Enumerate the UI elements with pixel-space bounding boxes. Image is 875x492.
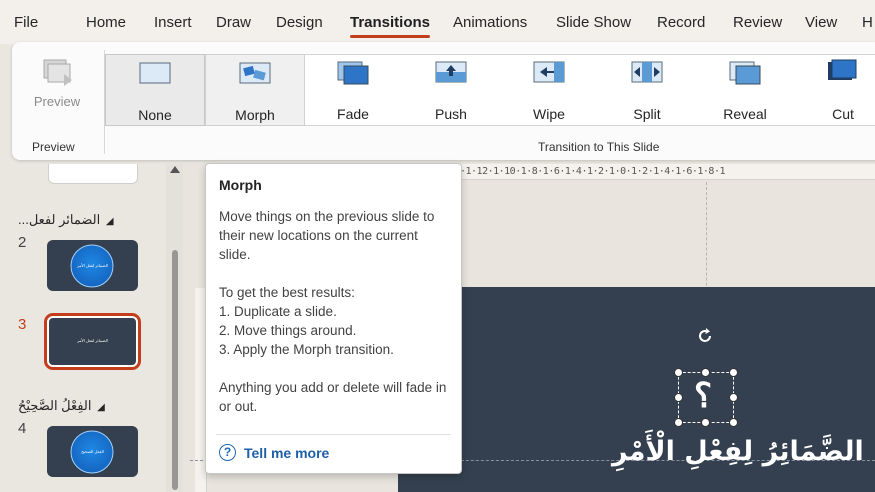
- transition-wipe-button[interactable]: Wipe: [501, 54, 597, 126]
- tab-file[interactable]: File: [14, 14, 38, 31]
- tooltip-title: Morph: [219, 177, 262, 193]
- tooltip-step: 2. Move things around.: [219, 323, 357, 338]
- transition-cut-button[interactable]: Cut: [793, 54, 875, 126]
- tooltip-paragraph: Move things on the previous slide to the…: [219, 209, 435, 262]
- push-transition-icon: [435, 61, 467, 83]
- tell-me-more-label: Tell me more: [244, 444, 330, 461]
- slide-number: 2: [18, 234, 27, 251]
- section-title: الفِعْلُ الصَّحِيْحُ: [18, 398, 92, 413]
- slide-number: 3: [18, 316, 27, 333]
- tab-view[interactable]: View: [805, 14, 837, 31]
- collapse-triangle-icon[interactable]: ◢: [106, 216, 114, 227]
- morph-tooltip: Morph Move things on the previous slide …: [205, 163, 462, 474]
- slide-thumbnail-2[interactable]: الضمائر لفعل الأمر: [47, 240, 138, 291]
- horizontal-ruler: ·1·12·1·10·1·8·1·6·1·4·1·2·1·0·1·2·1·4·1…: [460, 164, 875, 180]
- resize-handle[interactable]: [729, 418, 738, 427]
- transition-none-button[interactable]: None: [105, 54, 205, 126]
- slide-number: 4: [18, 420, 27, 437]
- tab-design[interactable]: Design: [276, 14, 323, 31]
- slide-thumbnail-panel: الضمائر لفعل... ◢ 2 الضمائر لفعل الأمر 3…: [0, 164, 183, 492]
- resize-handle[interactable]: [674, 418, 683, 427]
- thumbnail-caption: الضمائر لفعل الأمر: [77, 338, 108, 343]
- tab-review[interactable]: Review: [733, 14, 782, 31]
- tab-animations[interactable]: Animations: [453, 14, 527, 31]
- slide-thumbnail-3[interactable]: الضمائر لفعل الأمر: [44, 313, 141, 370]
- tooltip-step: 1. Duplicate a slide.: [219, 304, 337, 319]
- slide-question-mark: ؟: [694, 377, 713, 415]
- tab-home[interactable]: Home: [86, 14, 126, 31]
- resize-handle[interactable]: [674, 393, 683, 402]
- group-label-transition: Transition to This Slide: [538, 140, 660, 154]
- group-label-preview: Preview: [32, 140, 75, 154]
- transition-label: Morph: [235, 107, 275, 123]
- transition-label: Fade: [337, 106, 369, 122]
- fade-transition-icon: [337, 61, 369, 85]
- transition-label: Push: [435, 106, 467, 122]
- tab-slide-show[interactable]: Slide Show: [556, 14, 631, 31]
- tooltip-paragraph: To get the best results:: [219, 285, 355, 300]
- tooltip-paragraph: Anything you add or delete will fade in …: [219, 380, 447, 414]
- section-header[interactable]: الفِعْلُ الصَّحِيْحُ ◢: [18, 398, 105, 414]
- slide-title[interactable]: الضَّمَائِرُ لِفِعْلِ الْأَمْرِ: [612, 436, 864, 467]
- transition-morph-button[interactable]: Morph: [205, 54, 305, 126]
- thumbnail-caption: الفعل الصحيح: [81, 449, 104, 454]
- slide-thumbnail-4[interactable]: الفعل الصحيح: [47, 426, 138, 477]
- transition-label: None: [138, 107, 172, 123]
- reveal-transition-icon: [729, 61, 761, 85]
- resize-handle[interactable]: [674, 368, 683, 377]
- preview-button[interactable]: Preview: [20, 54, 94, 126]
- transition-reveal-button[interactable]: Reveal: [697, 54, 793, 126]
- resize-handle[interactable]: [701, 418, 710, 427]
- tab-insert[interactable]: Insert: [154, 14, 192, 31]
- transition-label: Wipe: [533, 106, 565, 122]
- split-transition-icon: [631, 61, 663, 83]
- tooltip-step: 3. Apply the Morph transition.: [219, 342, 394, 357]
- slide-thumbnail-1[interactable]: [48, 164, 138, 184]
- section-header[interactable]: الضمائر لفعل... ◢: [18, 212, 114, 228]
- help-question-icon: ?: [219, 444, 236, 461]
- tab-help[interactable]: H: [862, 14, 873, 31]
- scroll-up-arrow-icon[interactable]: [170, 166, 180, 173]
- transition-label: Cut: [832, 106, 854, 122]
- tooltip-body: Move things on the previous slide to the…: [219, 207, 453, 416]
- wipe-transition-icon: [533, 61, 565, 83]
- morph-transition-icon: [239, 62, 271, 84]
- section-title: الضمائر لفعل...: [18, 212, 101, 227]
- tab-record[interactable]: Record: [657, 14, 705, 31]
- resize-handle[interactable]: [729, 393, 738, 402]
- ribbon: Preview None Morph Fade Push Wipe Split …: [12, 42, 875, 160]
- preview-label: Preview: [33, 94, 81, 109]
- resize-handle[interactable]: [729, 368, 738, 377]
- collapse-triangle-icon[interactable]: ◢: [97, 402, 105, 413]
- none-transition-icon: [139, 62, 171, 84]
- tab-draw[interactable]: Draw: [216, 14, 251, 31]
- tooltip-divider: [216, 434, 451, 435]
- preview-icon: [43, 59, 72, 86]
- transition-label: Split: [633, 106, 661, 122]
- transition-push-button[interactable]: Push: [401, 54, 501, 126]
- rotate-handle-icon[interactable]: [696, 327, 714, 345]
- scrollbar-thumb[interactable]: [172, 250, 178, 490]
- transition-fade-button[interactable]: Fade: [305, 54, 401, 126]
- menu-bar: File Home Insert Draw Design Transitions…: [0, 0, 875, 44]
- tell-me-more-link[interactable]: ? Tell me more: [219, 444, 329, 461]
- thumbnail-caption: الضمائر لفعل الأمر: [77, 263, 108, 268]
- cut-transition-icon: [828, 59, 857, 80]
- transition-split-button[interactable]: Split: [597, 54, 697, 126]
- tab-transitions[interactable]: Transitions: [350, 14, 431, 38]
- transition-label: Reveal: [723, 106, 767, 122]
